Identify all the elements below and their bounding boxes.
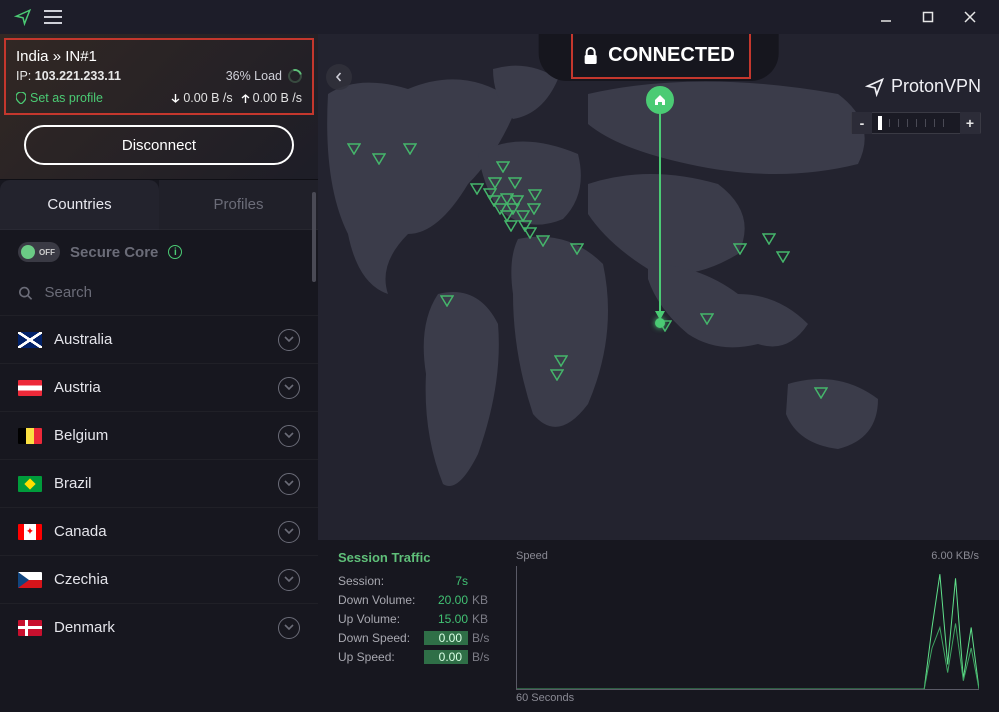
- minimize-button[interactable]: [865, 1, 907, 33]
- session-traffic: Session Traffic Session: 7s Down Volume:…: [338, 550, 498, 706]
- tab-profiles[interactable]: Profiles: [159, 180, 318, 230]
- country-item[interactable]: Belgium: [0, 411, 318, 459]
- country-name: Belgium: [54, 427, 108, 444]
- flag-icon: [18, 572, 42, 588]
- search-icon: [18, 285, 33, 301]
- chevron-down-icon[interactable]: [278, 329, 300, 351]
- connection-ip: IP: 103.221.233.11: [16, 69, 121, 83]
- sidebar: India » IN#1 IP: 103.221.233.11 36% Load…: [0, 34, 318, 712]
- destination-node[interactable]: [655, 318, 665, 328]
- country-name: Brazil: [54, 475, 92, 492]
- chart-ylabel: Speed: [516, 550, 548, 562]
- zoom-in-button[interactable]: +: [960, 112, 980, 134]
- pin-icon: [16, 92, 26, 104]
- chevron-down-icon[interactable]: [278, 521, 300, 543]
- server-node-icon[interactable]: [523, 226, 537, 238]
- server-node-icon[interactable]: [488, 176, 502, 188]
- country-item[interactable]: Brazil: [0, 459, 318, 507]
- flag-icon: [18, 428, 42, 444]
- country-item[interactable]: Czechia: [0, 555, 318, 603]
- app-logo-icon: [14, 8, 32, 26]
- scrollbar-thumb[interactable]: [312, 192, 316, 282]
- connection-load: 36% Load: [226, 69, 302, 83]
- country-item[interactable]: Canada: [0, 507, 318, 555]
- search-input[interactable]: [45, 284, 301, 301]
- disconnect-button[interactable]: Disconnect: [24, 125, 294, 165]
- chevron-down-icon[interactable]: [278, 425, 300, 447]
- secure-core-toggle[interactable]: OFF: [18, 242, 60, 262]
- server-node-icon[interactable]: [536, 234, 550, 246]
- connection-location: India » IN#1: [16, 48, 302, 65]
- bottom-panel: Session Traffic Session: 7s Down Volume:…: [318, 540, 999, 712]
- country-list: Australia Austria Belgium Brazil Canada: [0, 315, 318, 712]
- server-node-icon[interactable]: [470, 182, 484, 194]
- server-node-icon[interactable]: [570, 242, 584, 254]
- zoom-slider[interactable]: [872, 112, 960, 134]
- server-node-icon[interactable]: [510, 194, 524, 206]
- chevron-down-icon[interactable]: [278, 473, 300, 495]
- chart-ymax: 6.00 KB/s: [931, 550, 979, 562]
- country-item[interactable]: Denmark: [0, 603, 318, 651]
- country-name: Denmark: [54, 619, 115, 636]
- country-item[interactable]: Austria: [0, 363, 318, 411]
- back-button[interactable]: [326, 64, 352, 90]
- tab-countries[interactable]: Countries: [0, 180, 159, 230]
- server-node-icon[interactable]: [527, 202, 541, 214]
- server-node-icon[interactable]: [347, 142, 361, 154]
- set-as-profile-link[interactable]: Set as profile: [16, 91, 103, 105]
- connection-rates: 0.00 B /s 0.00 B /s: [171, 91, 302, 105]
- server-node-icon[interactable]: [762, 232, 776, 244]
- map-panel: CONNECTED ProtonVPN - +: [318, 34, 999, 712]
- connection-card: India » IN#1 IP: 103.221.233.11 36% Load…: [0, 34, 318, 180]
- server-node-icon[interactable]: [440, 294, 454, 306]
- server-node-icon[interactable]: [528, 188, 542, 200]
- flag-icon: [18, 476, 42, 492]
- zoom-control: - +: [851, 112, 981, 134]
- server-node-icon[interactable]: [550, 368, 564, 380]
- arrow-down-icon: [171, 93, 180, 104]
- flag-icon: [18, 332, 42, 348]
- menu-icon[interactable]: [44, 10, 62, 24]
- titlebar: [0, 0, 999, 34]
- server-node-icon[interactable]: [372, 152, 386, 164]
- server-node-icon[interactable]: [733, 242, 747, 254]
- chart-xlabel: 60 Seconds: [516, 692, 979, 704]
- brand-label: ProtonVPN: [865, 76, 981, 97]
- server-node-icon[interactable]: [776, 250, 790, 262]
- traffic-title: Session Traffic: [338, 550, 498, 565]
- zoom-out-button[interactable]: -: [852, 112, 872, 134]
- arrow-up-icon: [241, 93, 250, 104]
- close-button[interactable]: [949, 1, 991, 33]
- country-name: Australia: [54, 331, 112, 348]
- country-name: Czechia: [54, 571, 108, 588]
- load-ring-icon: [285, 66, 304, 85]
- flag-icon: [18, 620, 42, 636]
- server-node-icon[interactable]: [508, 176, 522, 188]
- brand-logo-icon: [865, 77, 885, 97]
- server-node-icon[interactable]: [496, 160, 510, 172]
- connection-line: [659, 112, 661, 312]
- server-node-icon[interactable]: [700, 312, 714, 324]
- server-node-icon[interactable]: [554, 354, 568, 366]
- chevron-down-icon[interactable]: [278, 377, 300, 399]
- sidebar-tabs: Countries Profiles: [0, 180, 318, 230]
- server-node-icon[interactable]: [403, 142, 417, 154]
- home-node-icon[interactable]: [646, 86, 674, 114]
- flag-icon: [18, 524, 42, 540]
- search-row: [0, 274, 318, 315]
- chevron-down-icon[interactable]: [278, 617, 300, 639]
- maximize-button[interactable]: [907, 1, 949, 33]
- speed-chart: Speed 6.00 KB/s 60 Seconds: [516, 550, 979, 706]
- highlight-box: [571, 34, 751, 79]
- secure-core-row: OFF Secure Core i: [0, 230, 318, 274]
- chevron-down-icon[interactable]: [278, 569, 300, 591]
- country-item[interactable]: Australia: [0, 315, 318, 363]
- info-icon[interactable]: i: [168, 245, 182, 259]
- server-node-icon[interactable]: [814, 386, 828, 398]
- flag-icon: [18, 380, 42, 396]
- country-name: Austria: [54, 379, 101, 396]
- country-name: Canada: [54, 523, 107, 540]
- secure-core-label: Secure Core: [70, 244, 158, 261]
